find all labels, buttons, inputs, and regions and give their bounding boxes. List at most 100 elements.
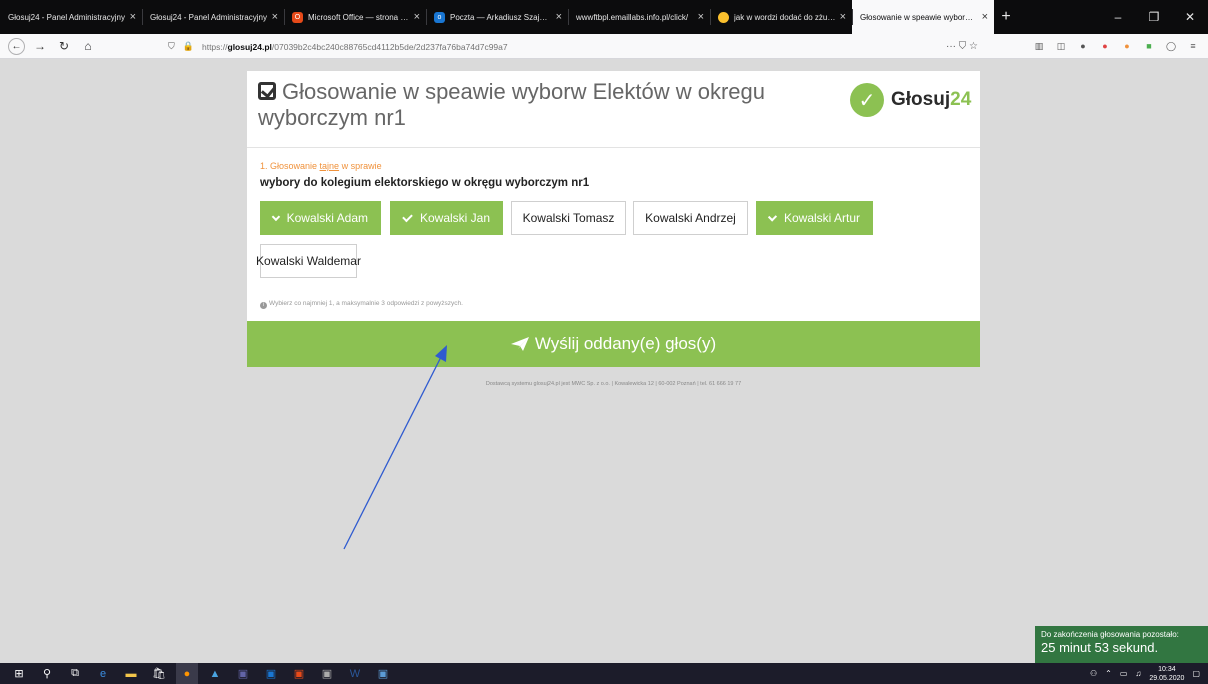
task-view-icon[interactable]: ⧉ <box>64 663 86 684</box>
selection-hint: i Wybierz co najmniej 1, a maksymalnie 3 … <box>260 300 463 309</box>
option-kowalski-artur[interactable]: Kowalski Artur <box>756 201 873 235</box>
sidebar-icon[interactable]: ◫ <box>1054 39 1068 53</box>
extension-icon[interactable]: ● <box>1120 39 1134 53</box>
timer-value: 25 minut 53 sekund. <box>1041 640 1159 655</box>
tab-title: Głosuj24 - Panel Administracyjny <box>8 12 125 22</box>
question-title: wybory do kolegium elektorskiego w okręg… <box>260 177 590 189</box>
option-label: Kowalski Artur <box>783 211 860 225</box>
close-tab-icon[interactable]: × <box>982 11 988 23</box>
word-icon[interactable]: W <box>344 663 366 684</box>
page-actions-icon[interactable]: ··· ⛉ ☆ <box>946 41 978 52</box>
close-tab-icon[interactable]: × <box>414 11 420 23</box>
outlook-icon: o <box>434 11 445 23</box>
notification-icon[interactable]: ▢ <box>1192 669 1200 678</box>
toolbar-icons: ▥ ◫ ● ● ● ■ ◯ ≡ <box>1032 39 1200 53</box>
tab-title: Poczta — Arkadiusz Szajewski <box>450 12 552 22</box>
paper-plane-icon <box>510 337 529 351</box>
option-kowalski-tomasz[interactable]: Kowalski Tomasz <box>511 201 626 235</box>
store-icon[interactable]: 🛍 <box>148 663 170 684</box>
search-icon[interactable]: ⚲ <box>36 663 58 684</box>
file-explorer-icon[interactable]: ▬ <box>120 663 142 684</box>
extension-icon[interactable]: ● <box>1098 39 1112 53</box>
home-icon[interactable]: ⌂ <box>79 37 97 55</box>
option-kowalski-jan[interactable]: Kowalski Jan <box>390 201 503 235</box>
minimize-icon[interactable]: – <box>1100 10 1136 24</box>
maximize-icon[interactable]: ❐ <box>1136 10 1172 24</box>
network-icon[interactable]: ▭ <box>1120 669 1128 678</box>
tracking-shield-icon[interactable]: ⛉ <box>168 41 175 52</box>
check-icon <box>767 211 778 222</box>
close-tab-icon[interactable]: × <box>272 11 278 23</box>
browser-navbar: ← → ↻ ⌂ ⛉ 🔒 https://glosuj24.pl/07039b2c… <box>0 34 1208 59</box>
browser-tab-active[interactable]: Głosowanie w speawie wyborw Ele × <box>852 0 994 34</box>
countdown-timer: Do zakończenia głosowania pozostało: 25 … <box>1035 626 1208 663</box>
tab-title: wwwftbpl.emaillabs.info.pl/click/ <box>576 12 689 22</box>
option-label: Kowalski Jan <box>419 211 490 225</box>
submit-label: Wyślij oddany(e) głos(y) <box>534 334 717 353</box>
menu-icon[interactable]: ≡ <box>1186 39 1200 53</box>
close-tab-icon[interactable]: × <box>556 11 562 23</box>
outlook-taskbar-icon[interactable]: ▣ <box>260 663 282 684</box>
url-text[interactable]: https://glosuj24.pl/07039b2c4bc240c88765… <box>202 42 938 52</box>
option-kowalski-adam[interactable]: Kowalski Adam <box>260 201 381 235</box>
browser-tab[interactable]: Głosuj24 - Panel Administracyjny × <box>142 0 284 34</box>
option-kowalski-andrzej[interactable]: Kowalski Andrzej <box>633 201 748 235</box>
app-icon[interactable]: ▲ <box>204 663 226 684</box>
page-content: Głosowanie w speawie wyborw Elektów w ok… <box>0 59 1208 663</box>
tab-title: Głosuj24 - Panel Administracyjny <box>150 12 267 22</box>
clock[interactable]: 10:34 29.05.2020 <box>1149 665 1184 683</box>
voting-card: Głosowanie w speawie wyborw Elektów w ok… <box>247 71 980 367</box>
back-icon[interactable]: ← <box>8 37 25 55</box>
close-window-icon[interactable]: ✕ <box>1172 10 1208 24</box>
glosuj24-logo: ✓ Głosuj24 <box>850 83 971 117</box>
library-icon[interactable]: ▥ <box>1032 39 1046 53</box>
browser-tab[interactable]: wwwftbpl.emaillabs.info.pl/click/ × <box>568 0 710 34</box>
address-bar[interactable]: ⛉ 🔒 https://glosuj24.pl/07039b2c4bc240c8… <box>168 37 978 56</box>
edge-icon[interactable]: e <box>92 663 114 684</box>
browser-tab[interactable]: Głosuj24 - Panel Administracyjny × <box>0 0 142 34</box>
system-tray: ⚇ ⌃ ▭ ♫ 10:34 29.05.2020 ▢ <box>1090 665 1208 683</box>
close-tab-icon[interactable]: × <box>130 11 136 23</box>
teams-icon[interactable]: ▣ <box>232 663 254 684</box>
new-tab-button[interactable]: + <box>994 0 1018 34</box>
app-icon[interactable]: ▣ <box>316 663 338 684</box>
check-icon <box>271 212 280 221</box>
account-icon[interactable]: ◯ <box>1164 39 1178 53</box>
windows-start-icon[interactable]: ⊞ <box>8 663 30 684</box>
people-icon[interactable]: ⚇ <box>1090 669 1097 678</box>
card-header: Głosowanie w speawie wyborw Elektów w ok… <box>247 71 980 148</box>
option-label: Kowalski Waldemar <box>256 254 361 268</box>
logo-text: Głosuj <box>891 89 951 110</box>
tab-title: Microsoft Office — strona głó <box>308 12 410 22</box>
page-title-text: Głosowanie w speawie wyborw Elektów w ok… <box>258 79 765 130</box>
timer-label: Do zakończenia głosowania pozostało: <box>1041 630 1179 639</box>
close-tab-icon[interactable]: × <box>698 11 704 23</box>
windows-taskbar: ⊞ ⚲ ⧉ e ▬ 🛍 ● ▲ ▣ ▣ ▣ ▣ W ▣ ⚇ ⌃ ▭ ♫ 10:3… <box>0 663 1208 684</box>
lock-icon[interactable]: 🔒 <box>183 41 194 52</box>
window-controls: – ❐ ✕ <box>1100 0 1208 34</box>
chevron-up-icon[interactable]: ⌃ <box>1105 669 1112 678</box>
forward-icon[interactable]: → <box>31 37 49 55</box>
browser-tab[interactable]: O Microsoft Office — strona głó × <box>284 0 426 34</box>
firefox-icon[interactable]: ● <box>176 663 198 684</box>
info-icon: i <box>260 302 267 309</box>
browser-tab[interactable]: o Poczta — Arkadiusz Szajewski × <box>426 0 568 34</box>
close-tab-icon[interactable]: × <box>840 11 846 23</box>
option-label: Kowalski Tomasz <box>522 211 615 225</box>
option-label: Kowalski Adam <box>286 211 368 225</box>
checkmark-icon: ✓ <box>850 83 884 117</box>
check-icon <box>402 211 413 222</box>
tab-title: jak w wordzi dodać do zżutu ek <box>734 12 836 22</box>
submit-vote-button[interactable]: Wyślij oddany(e) głos(y) <box>247 321 980 367</box>
option-kowalski-waldemar[interactable]: Kowalski Waldemar <box>256 244 361 278</box>
volume-icon[interactable]: ♫ <box>1135 669 1141 678</box>
extension-icon[interactable]: ● <box>1076 39 1090 53</box>
extension-icon[interactable]: ■ <box>1142 39 1156 53</box>
tab-title: Głosowanie w speawie wyborw Ele <box>860 12 978 22</box>
reload-icon[interactable]: ↻ <box>55 37 73 55</box>
app-icon[interactable]: ▣ <box>372 663 394 684</box>
browser-tab-strip: Głosuj24 - Panel Administracyjny × Głosu… <box>0 0 1208 34</box>
browser-tab[interactable]: jak w wordzi dodać do zżutu ek × <box>710 0 852 34</box>
provider-footer: Dostawcą systemu glosuj24.pl jest MWC Sp… <box>485 381 742 387</box>
office-taskbar-icon[interactable]: ▣ <box>288 663 310 684</box>
